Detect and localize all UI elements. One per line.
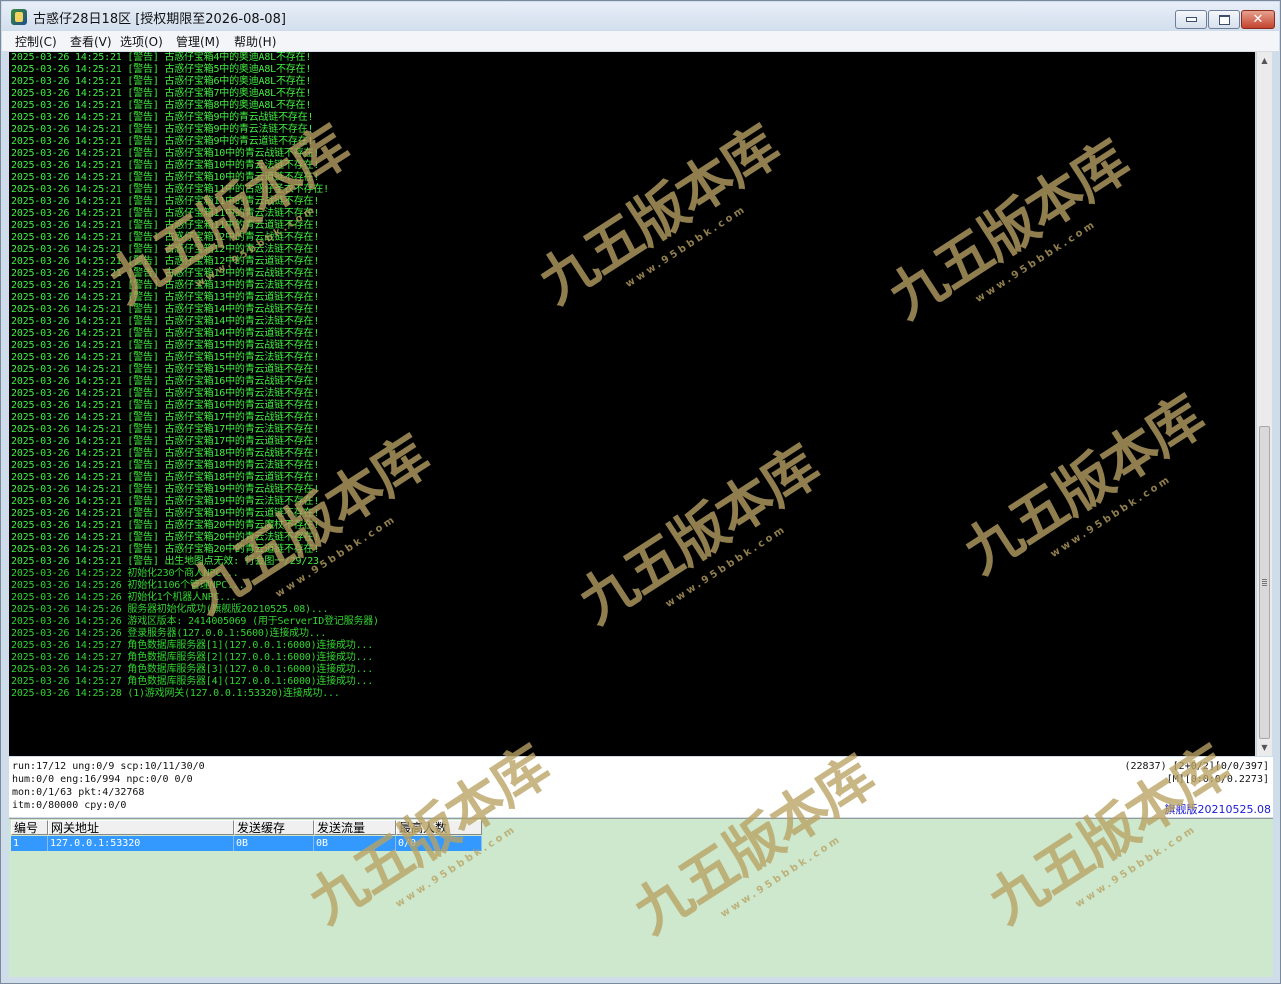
log-line: 2025-03-26 14:25:21 [警告] 古惑仔宝箱17中的青云法链不存… (11, 424, 320, 435)
log-line: 2025-03-26 14:25:21 [警告] 古惑仔宝箱20中的青云魔杖不存… (11, 520, 320, 531)
version-label: 旗舰版20210525.08 (1164, 803, 1271, 816)
status-mon: mon:0/1/63 pkt:4/32768 (12, 787, 145, 798)
close-icon: ✕ (1252, 12, 1264, 27)
log-line: 2025-03-26 14:25:28 (1)游戏网关(127.0.0.1:53… (11, 688, 340, 699)
log-line: 2025-03-26 14:25:21 [警告] 古惑仔宝箱10中的青云道链不存… (11, 172, 320, 183)
menu-help[interactable]: 帮助(H) (234, 33, 276, 50)
app-icon (11, 9, 27, 25)
log-line: 2025-03-26 14:25:21 [警告] 古惑仔宝箱7中的奥迪A8L不存… (11, 88, 312, 99)
log-line: 2025-03-26 14:25:27 角色数据库服务器[1](127.0.0.… (11, 640, 374, 651)
gateway-grid[interactable]: 编号 网关地址 发送缓存 发送流量 最高人数 1 127.0.0.1:53320… (9, 818, 1273, 977)
log-line: 2025-03-26 14:25:27 角色数据库服务器[2](127.0.0.… (11, 652, 374, 663)
status-memory: [M][0:0:0/0.2273] (1166, 774, 1269, 785)
log-line: 2025-03-26 14:25:21 [警告] 古惑仔宝箱13中的青云道链不存… (11, 292, 320, 303)
col-id[interactable]: 编号 (11, 820, 48, 835)
log-line: 2025-03-26 14:25:21 [警告] 古惑仔宝箱17中的青云道链不存… (11, 436, 320, 447)
cell-send-buffer: 0B (234, 836, 314, 851)
menu-options[interactable]: 选项(O) (120, 33, 163, 50)
log-line: 2025-03-26 14:25:26 游戏区版本: 2414005069 (用… (11, 616, 379, 627)
log-line: 2025-03-26 14:25:21 [警告] 古惑仔宝箱15中的青云战链不存… (11, 340, 320, 351)
log-line: 2025-03-26 14:25:21 [警告] 古惑仔宝箱8中的奥迪A8L不存… (11, 100, 312, 111)
log-line: 2025-03-26 14:25:21 [警告] 古惑仔宝箱18中的青云战链不存… (11, 448, 320, 459)
log-line: 2025-03-26 14:25:21 [警告] 古惑仔宝箱16中的青云道链不存… (11, 400, 320, 411)
log-line: 2025-03-26 14:25:21 [警告] 古惑仔宝箱18中的青云法链不存… (11, 460, 320, 471)
window-title: 古惑仔28日18区 [授权期限至2026-08-08] (33, 12, 286, 27)
log-line: 2025-03-26 14:25:26 初始化1个机器人NPC... (11, 592, 237, 603)
log-line: 2025-03-26 14:25:21 [警告] 古惑仔宝箱11中的青云战链不存… (11, 196, 320, 207)
status-run: run:17/12 ung:0/9 scp:10/11/30/0 (12, 761, 205, 772)
col-send-traffic[interactable]: 发送流量 (314, 820, 396, 835)
menu-view[interactable]: 查看(V) (70, 33, 112, 50)
cell-id: 1 (11, 836, 48, 851)
log-line: 2025-03-26 14:25:21 [警告] 古惑仔宝箱20中的青云道链不存… (11, 544, 320, 555)
log-line: 2025-03-26 14:25:21 [警告] 古惑仔宝箱15中的青云法链不存… (11, 352, 320, 363)
log-line: 2025-03-26 14:25:21 [警告] 古惑仔宝箱17中的青云战链不存… (11, 412, 320, 423)
minimize-button[interactable] (1175, 10, 1207, 29)
log-line: 2025-03-26 14:25:21 [警告] 古惑仔宝箱12中的青云战链不存… (11, 232, 320, 243)
log-line: 2025-03-26 14:25:21 [警告] 古惑仔宝箱5中的奥迪A8L不存… (11, 64, 312, 75)
title-bar[interactable]: 古惑仔28日18区 [授权期限至2026-08-08] ✕ (2, 2, 1279, 30)
log-line: 2025-03-26 14:25:21 [警告] 古惑仔宝箱11中的青云法链不存… (11, 208, 320, 219)
log-line: 2025-03-26 14:25:21 [警告] 古惑仔宝箱11中的古惑仔圣衣不… (11, 184, 329, 195)
log-line: 2025-03-26 14:25:27 角色数据库服务器[3](127.0.0.… (11, 664, 374, 675)
log-line: 2025-03-26 14:25:21 [警告] 古惑仔宝箱14中的青云道链不存… (11, 328, 320, 339)
log-line: 2025-03-26 14:25:21 [警告] 古惑仔宝箱6中的奥迪A8L不存… (11, 76, 312, 87)
cell-send-traffic: 0B (314, 836, 396, 851)
minimize-icon (1185, 17, 1197, 22)
log-line: 2025-03-26 14:25:26 初始化1106个管理NPC... (11, 580, 245, 591)
log-line: 2025-03-26 14:25:21 [警告] 古惑仔宝箱9中的青云战链不存在… (11, 112, 314, 123)
table-row[interactable]: 1 127.0.0.1:53320 0B 0B 0/0 (11, 836, 482, 851)
log-line: 2025-03-26 14:25:21 [警告] 古惑仔宝箱19中的青云法链不存… (11, 496, 320, 507)
log-line: 2025-03-26 14:25:26 服务器初始化成功(旗舰版20210525… (11, 604, 329, 615)
maximize-button[interactable] (1208, 10, 1240, 29)
log-console[interactable]: 2025-03-26 14:25:21 [警告] 古惑仔宝箱4中的奥迪A8L不存… (9, 52, 1255, 756)
log-line: 2025-03-26 14:25:21 [警告] 古惑仔宝箱16中的青云法链不存… (11, 388, 320, 399)
log-line: 2025-03-26 14:25:21 [警告] 古惑仔宝箱11中的青云道链不存… (11, 220, 320, 231)
status-panel: run:17/12 ung:0/9 scp:10/11/30/0 hum:0/0… (9, 757, 1273, 817)
log-line: 2025-03-26 14:25:21 [警告] 古惑仔宝箱9中的青云法链不存在… (11, 124, 314, 135)
status-counter: (22837) [2+0/2][0/0/397] (1124, 761, 1270, 772)
log-line: 2025-03-26 14:25:21 [警告] 古惑仔宝箱15中的青云道链不存… (11, 364, 320, 375)
log-line: 2025-03-26 14:25:21 [警告] 出生地图点无效: 行会图一/2… (11, 556, 319, 567)
scroll-down-icon[interactable]: ▼ (1257, 739, 1272, 756)
log-line: 2025-03-26 14:25:21 [警告] 古惑仔宝箱10中的青云战链不存… (11, 148, 320, 159)
log-line: 2025-03-26 14:25:21 [警告] 古惑仔宝箱19中的青云道链不存… (11, 508, 320, 519)
log-line: 2025-03-26 14:25:21 [警告] 古惑仔宝箱16中的青云战链不存… (11, 376, 320, 387)
log-line: 2025-03-26 14:25:21 [警告] 古惑仔宝箱18中的青云道链不存… (11, 472, 320, 483)
grid-header: 编号 网关地址 发送缓存 发送流量 最高人数 (11, 820, 482, 835)
scroll-thumb[interactable] (1259, 426, 1270, 739)
close-button[interactable]: ✕ (1241, 10, 1275, 29)
log-line: 2025-03-26 14:25:21 [警告] 古惑仔宝箱4中的奥迪A8L不存… (11, 52, 312, 63)
menu-manage[interactable]: 管理(M) (176, 33, 220, 50)
log-line: 2025-03-26 14:25:21 [警告] 古惑仔宝箱13中的青云战链不存… (11, 268, 320, 279)
log-line: 2025-03-26 14:25:21 [警告] 古惑仔宝箱14中的青云法链不存… (11, 316, 320, 327)
server-window: 古惑仔28日18区 [授权期限至2026-08-08] ✕ 控制(C) 查看(V… (0, 0, 1281, 984)
log-line: 2025-03-26 14:25:26 登录服务器(127.0.0.1:5600… (11, 628, 327, 639)
log-line: 2025-03-26 14:25:21 [警告] 古惑仔宝箱12中的青云法链不存… (11, 244, 320, 255)
log-scrollbar[interactable]: ▲ ▼ (1256, 52, 1272, 756)
log-line: 2025-03-26 14:25:21 [警告] 古惑仔宝箱12中的青云道链不存… (11, 256, 320, 267)
log-line: 2025-03-26 14:25:21 [警告] 古惑仔宝箱10中的青云法链不存… (11, 160, 320, 171)
scroll-up-icon[interactable]: ▲ (1257, 52, 1272, 69)
log-line: 2025-03-26 14:25:21 [警告] 古惑仔宝箱19中的青云战链不存… (11, 484, 320, 495)
col-address[interactable]: 网关地址 (48, 820, 234, 835)
cell-max-users: 0/0 (396, 836, 482, 851)
col-max-users[interactable]: 最高人数 (396, 820, 482, 835)
log-line: 2025-03-26 14:25:21 [警告] 古惑仔宝箱20中的青云法链不存… (11, 532, 320, 543)
log-line: 2025-03-26 14:25:22 初始化230个商人NPC... (11, 568, 239, 579)
log-line: 2025-03-26 14:25:21 [警告] 古惑仔宝箱9中的青云道链不存在… (11, 136, 314, 147)
menu-bar: 控制(C) 查看(V) 选项(O) 管理(M) 帮助(H) (2, 31, 1279, 52)
log-line: 2025-03-26 14:25:21 [警告] 古惑仔宝箱14中的青云战链不存… (11, 304, 320, 315)
menu-control[interactable]: 控制(C) (15, 33, 57, 50)
maximize-icon (1218, 14, 1230, 25)
log-line: 2025-03-26 14:25:21 [警告] 古惑仔宝箱13中的青云法链不存… (11, 280, 320, 291)
status-hum: hum:0/0 eng:16/994 npc:0/0 0/0 (12, 774, 193, 785)
status-itm: itm:0/80000 cpy:0/0 (12, 800, 127, 811)
log-line: 2025-03-26 14:25:27 角色数据库服务器[4](127.0.0.… (11, 676, 374, 687)
cell-address: 127.0.0.1:53320 (48, 836, 234, 851)
col-send-buffer[interactable]: 发送缓存 (234, 820, 314, 835)
